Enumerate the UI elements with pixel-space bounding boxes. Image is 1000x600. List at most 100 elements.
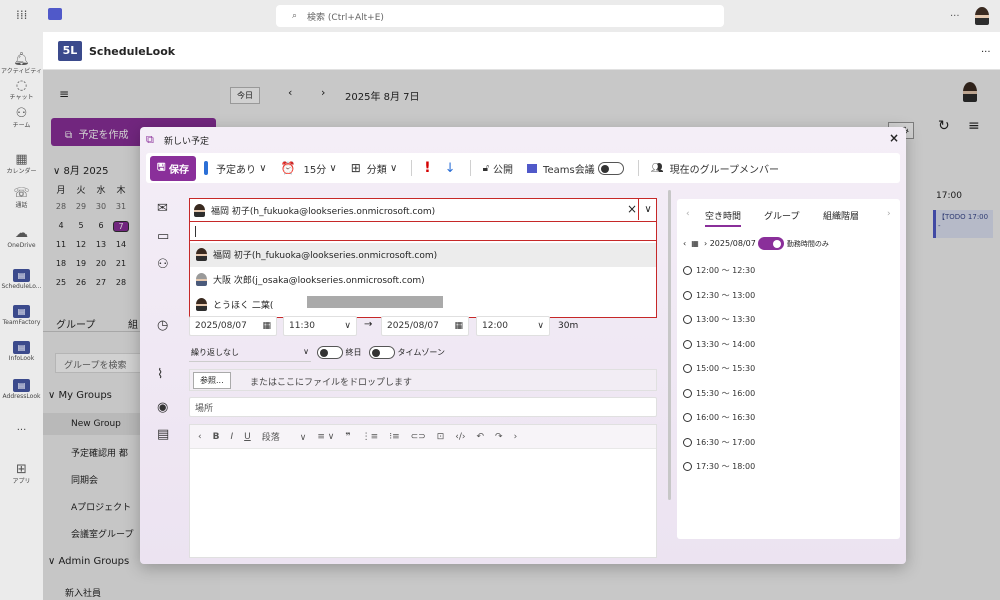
- new-event-dialog: ⧉ 新しい予定 × 🖫 保存 予定あり ∨ ⏰ 15分 ∨ ⊞ 分類 ∨ ! ↓ 🔓…: [140, 127, 906, 564]
- tabs-next-icon[interactable]: ›: [887, 209, 891, 219]
- bullet-list-icon[interactable]: ⁝≡: [389, 432, 399, 442]
- timezone-switch[interactable]: [369, 346, 395, 359]
- tabs-prev-icon[interactable]: ‹: [686, 209, 690, 219]
- time-slot[interactable]: 12:00 ～ 12:30: [683, 265, 755, 276]
- align-icon[interactable]: ≡ ∨: [317, 432, 334, 442]
- reminder-dropdown[interactable]: ⏰ 15分 ∨: [281, 161, 337, 176]
- rail-item-8[interactable]: ▤ InfoLook: [0, 339, 43, 363]
- infolook-icon: ▤: [0, 339, 43, 355]
- rail-item-label: アクティビティ: [1, 68, 42, 75]
- italic-icon[interactable]: I: [230, 432, 233, 442]
- time-slot-label: 15:00 ～ 15:30: [696, 364, 756, 373]
- scroll-right-icon[interactable]: ›: [514, 432, 518, 442]
- location-input[interactable]: 場所: [189, 397, 657, 417]
- rail-item-11[interactable]: ⊞ アプリ: [0, 462, 43, 486]
- redo-icon[interactable]: ↷: [495, 432, 503, 442]
- bell-icon: 🔔︎: [13, 52, 30, 67]
- scroll-left-icon[interactable]: ‹: [198, 432, 202, 442]
- save-button[interactable]: 🖫 保存: [150, 155, 197, 181]
- suggestion-item[interactable]: 福岡 初子(h_fukuoka@lookseries.onmicrosoft.c…: [196, 248, 437, 261]
- high-importance-icon[interactable]: !: [424, 160, 430, 176]
- time-slot[interactable]: 13:00 ～ 13:30: [683, 314, 755, 325]
- start-date-field[interactable]: 2025/08/07 ▦: [189, 316, 277, 336]
- tab-availability[interactable]: 空き時間: [705, 209, 742, 227]
- date-picker-icon[interactable]: ▦: [691, 239, 699, 248]
- teams-toggle-switch[interactable]: [597, 161, 624, 175]
- browse-button[interactable]: 参照...: [193, 372, 231, 389]
- rail-item-1[interactable]: ◌ チャット: [0, 78, 43, 102]
- rail-item-label: AddressLook: [2, 393, 41, 400]
- rail-item-9[interactable]: ▤ AddressLook: [0, 377, 43, 401]
- attendee-search-input[interactable]: [190, 221, 656, 241]
- visibility-button[interactable]: 🔓︎ 公開: [483, 161, 513, 176]
- rail-item-6[interactable]: ▤ ScheduleLo...: [0, 267, 43, 291]
- time-slot[interactable]: 12:30 ～ 13:00: [683, 290, 755, 301]
- time-slot-label: 16:30 ～ 17:00: [696, 437, 756, 447]
- attachment-drop-zone[interactable]: 参照... またはここにファイルをドロップします: [189, 369, 657, 391]
- timezone-toggle[interactable]: タイムゾーン: [369, 346, 445, 359]
- rail-item-0[interactable]: 🔔︎ アクティビティ: [0, 52, 43, 76]
- numbered-list-icon[interactable]: ⋮≡: [362, 432, 379, 442]
- divider: [469, 160, 471, 176]
- time-slot[interactable]: 16:30 ～ 17:00: [683, 437, 755, 448]
- rail-item-label: アプリ: [12, 478, 31, 485]
- end-time-field[interactable]: 12:00 ∨: [476, 316, 550, 336]
- prev-day-icon[interactable]: ‹: [683, 239, 686, 248]
- repeat-dropdown[interactable]: 繰り返しなし ∨: [189, 344, 311, 362]
- app-more-icon[interactable]: ...: [981, 44, 991, 55]
- more-icon[interactable]: ...: [950, 8, 960, 19]
- body-editor[interactable]: ‹ B I U 段落 ∨ ≡ ∨ ❞ ⋮≡ ⁝≡ ⊂⊃ ⊡ ‹/› ↶ ↷ ›: [189, 424, 657, 558]
- time-slot[interactable]: 16:00 ～ 16:30: [683, 412, 755, 423]
- bold-icon[interactable]: B: [213, 432, 220, 442]
- rail-item-3[interactable]: ▦ カレンダー: [0, 152, 43, 176]
- quote-icon[interactable]: ❞: [345, 432, 350, 442]
- rail-item-2[interactable]: ⚇ チーム: [0, 106, 43, 130]
- scrollbar[interactable]: [668, 190, 671, 500]
- suggestion-avatar: [196, 248, 207, 261]
- busy-dropdown[interactable]: 予定あり ∨: [204, 161, 267, 176]
- remove-attendee-icon[interactable]: ×: [627, 202, 637, 216]
- apps-icon: ⊞: [16, 462, 27, 477]
- tab-group[interactable]: グループ: [764, 209, 799, 222]
- search-input[interactable]: ⌕ 検索 (Ctrl+Alt+E): [276, 5, 724, 27]
- clock-icon: [683, 462, 692, 471]
- underline-icon[interactable]: U: [244, 432, 251, 442]
- user-avatar[interactable]: [975, 7, 989, 25]
- allday-switch[interactable]: [317, 346, 343, 359]
- attendee-chip[interactable]: 福岡 初子(h_fukuoka@lookseries.onmicrosoft.c…: [194, 204, 435, 217]
- rail-item-label: ...: [16, 422, 27, 433]
- paragraph-dropdown[interactable]: 段落 ∨: [262, 430, 307, 443]
- start-time-field[interactable]: 11:30 ∨: [283, 316, 357, 336]
- rail-item-4[interactable]: ☏ 通話: [0, 186, 43, 210]
- link-icon[interactable]: ⊂⊃: [411, 432, 426, 442]
- time-slot[interactable]: 13:30 ～ 14:00: [683, 339, 755, 350]
- teams-meeting-toggle[interactable]: Teams会議: [527, 161, 624, 176]
- tab-org-hierarchy[interactable]: 組織階層: [823, 209, 859, 222]
- editor-toolbar: ‹ B I U 段落 ∨ ≡ ∨ ❞ ⋮≡ ⁝≡ ⊂⊃ ⊡ ‹/› ↶ ↷ ›: [190, 425, 656, 449]
- dropdown-chevron-icon[interactable]: ∨: [638, 199, 657, 220]
- people-icon: 👥︎: [650, 162, 664, 174]
- group-members-button[interactable]: 👥︎ 現在のグループメンバー: [651, 161, 779, 176]
- rail-item-10[interactable]: ...: [0, 422, 43, 433]
- time-slot-label: 12:00 ～ 12:30: [696, 266, 756, 275]
- allday-toggle[interactable]: 終日: [317, 346, 362, 359]
- low-importance-icon[interactable]: ↓: [445, 161, 456, 176]
- end-date-field[interactable]: 2025/08/07 ▦: [381, 316, 469, 336]
- category-dropdown[interactable]: ⊞ 分類 ∨: [351, 161, 398, 176]
- suggestion-item[interactable]: 大阪 次郎(j_osaka@lookseries.onmicrosoft.com…: [196, 273, 425, 286]
- unlock-icon: 🔓︎: [482, 162, 490, 174]
- image-icon[interactable]: ⊡: [437, 432, 445, 442]
- arrow-right-icon: →: [364, 319, 373, 330]
- code-icon[interactable]: ‹/›: [455, 432, 465, 442]
- rail-item-5[interactable]: ☁ OneDrive: [0, 226, 43, 250]
- time-slot[interactable]: 17:30 ～ 18:00: [683, 461, 755, 472]
- close-button[interactable]: ×: [889, 131, 899, 145]
- calendar-picker-icon: ▦: [262, 321, 271, 331]
- undo-icon[interactable]: ↶: [477, 432, 485, 442]
- app-launcher-icon[interactable]: ⁞⁞⁞: [16, 8, 27, 22]
- work-hours-toggle[interactable]: [758, 237, 785, 250]
- next-day-icon[interactable]: ›: [704, 239, 707, 248]
- rail-item-7[interactable]: ▤ TeamFactory: [0, 303, 43, 327]
- time-slot[interactable]: 15:30 ～ 16:00: [683, 388, 755, 399]
- time-slot[interactable]: 15:00 ～ 15:30: [683, 363, 755, 374]
